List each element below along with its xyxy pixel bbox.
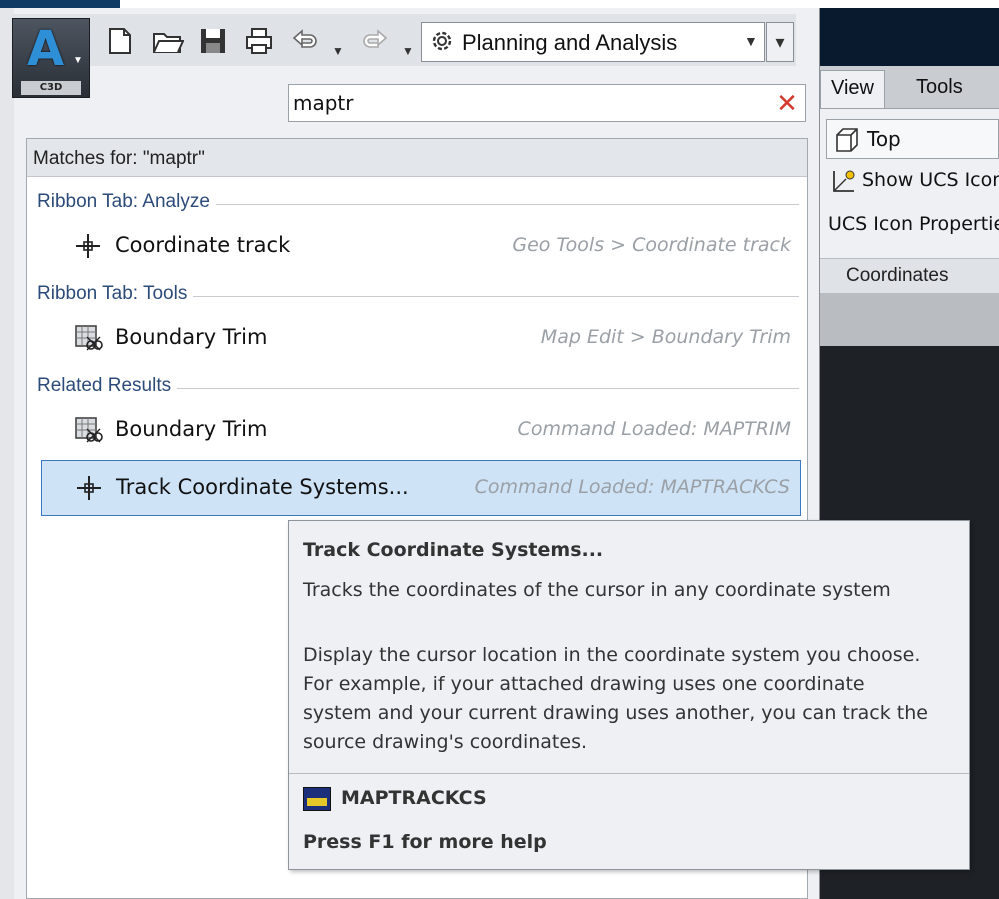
- boundary-trim-icon: [73, 323, 103, 353]
- tab-view[interactable]: View: [820, 70, 885, 108]
- view-top-button[interactable]: Top: [826, 119, 999, 159]
- result-label: Coordinate track: [115, 233, 291, 257]
- crosshair-icon: [74, 473, 104, 503]
- app-logo-letter: A: [27, 21, 65, 77]
- results-group: Related Results: [37, 375, 801, 401]
- tab-tools[interactable]: Tools: [906, 70, 973, 108]
- result-label: Boundary Trim: [115, 417, 268, 441]
- gear-icon: [428, 27, 456, 62]
- search-field[interactable]: ✕: [288, 84, 806, 122]
- cube-icon: [833, 126, 861, 159]
- ribbon-gap: [820, 294, 999, 346]
- tooltip-body-line: source drawing's coordinates.: [303, 731, 588, 753]
- undo-icon[interactable]: [290, 26, 320, 62]
- tooltip-body: Display the cursor location in the coord…: [303, 641, 963, 757]
- command-line-icon: [303, 787, 331, 811]
- workspace-switcher[interactable]: Planning and Analysis ▼: [421, 22, 765, 62]
- result-item-boundary-trim-command[interactable]: Boundary Trim Command Loaded: MAPTRIM: [41, 403, 801, 459]
- show-ucs-icon-button[interactable]: Show UCS Icon: [862, 169, 999, 191]
- result-label: Boundary Trim: [115, 325, 268, 349]
- customize-qat-button[interactable]: ▾: [766, 22, 794, 62]
- chevron-down-icon: ▼: [73, 55, 83, 66]
- ribbon-group-coordinates: Coordinates: [820, 258, 999, 294]
- workspace-label: Planning and Analysis: [462, 30, 678, 55]
- title-strip-accent: [0, 0, 120, 8]
- undo-dropdown-icon[interactable]: ▼: [332, 36, 344, 66]
- results-group: Ribbon Tab: Tools: [37, 283, 801, 309]
- open-folder-icon[interactable]: [152, 26, 185, 62]
- menu-left-edge: [0, 8, 14, 899]
- result-item-track-coordinate-systems[interactable]: Track Coordinate Systems... Command Load…: [41, 460, 801, 516]
- save-icon[interactable]: [198, 26, 228, 62]
- ribbon-tab-bar: View Tools: [820, 66, 999, 108]
- ucs-icon: [830, 167, 858, 200]
- result-path: Geo Tools > Coordinate track: [512, 234, 791, 256]
- tooltip-help-hint: Press F1 for more help: [303, 831, 547, 853]
- app-badge: C3D: [21, 81, 81, 95]
- tooltip-command-name: MAPTRACKCS: [341, 787, 487, 809]
- application-button[interactable]: A ▼ C3D: [12, 18, 90, 98]
- tooltip-summary: Tracks the coordinates of the cursor in …: [303, 579, 891, 601]
- view-top-label: Top: [867, 127, 901, 151]
- group-label: Ribbon Tab: Tools: [37, 283, 194, 305]
- print-icon[interactable]: [244, 26, 274, 62]
- result-item-boundary-trim[interactable]: Boundary Trim Map Edit > Boundary Trim: [41, 311, 801, 367]
- boundary-trim-icon: [73, 415, 103, 445]
- tooltip-title: Track Coordinate Systems...: [303, 539, 604, 561]
- title-strip: [0, 0, 999, 8]
- tooltip-body-line: system and your current drawing uses ano…: [303, 702, 928, 724]
- tooltip-divider: [289, 773, 969, 774]
- new-file-icon[interactable]: [106, 26, 134, 62]
- group-label: Ribbon Tab: Analyze: [37, 191, 216, 213]
- result-item-coordinate-track[interactable]: Coordinate track Geo Tools > Coordinate …: [41, 219, 801, 275]
- result-path: Map Edit > Boundary Trim: [540, 326, 791, 348]
- result-path: Command Loaded: MAPTRACKCS: [474, 476, 790, 498]
- redo-dropdown-icon[interactable]: ▼: [402, 36, 414, 66]
- result-path: Command Loaded: MAPTRIM: [517, 418, 791, 440]
- ribbon-body: Top Show UCS Icon UCS Icon Properties: [820, 108, 999, 258]
- ucs-icon-properties-button[interactable]: UCS Icon Properties: [828, 213, 999, 235]
- tooltip-body-line: For example, if your attached drawing us…: [303, 673, 865, 695]
- tooltip-body-line: Display the cursor location in the coord…: [303, 644, 921, 666]
- clear-search-icon[interactable]: ✕: [773, 89, 801, 117]
- chevron-down-icon: ▼: [744, 33, 758, 49]
- results-group: Ribbon Tab: Analyze: [37, 191, 801, 217]
- result-label: Track Coordinate Systems...: [116, 475, 409, 499]
- search-input[interactable]: [293, 89, 773, 117]
- command-tooltip: Track Coordinate Systems... Tracks the c…: [288, 520, 970, 870]
- redo-icon[interactable]: [360, 26, 390, 62]
- group-label: Related Results: [37, 375, 178, 397]
- results-header: Matches for: "maptr": [27, 139, 807, 177]
- crosshair-icon: [73, 231, 103, 261]
